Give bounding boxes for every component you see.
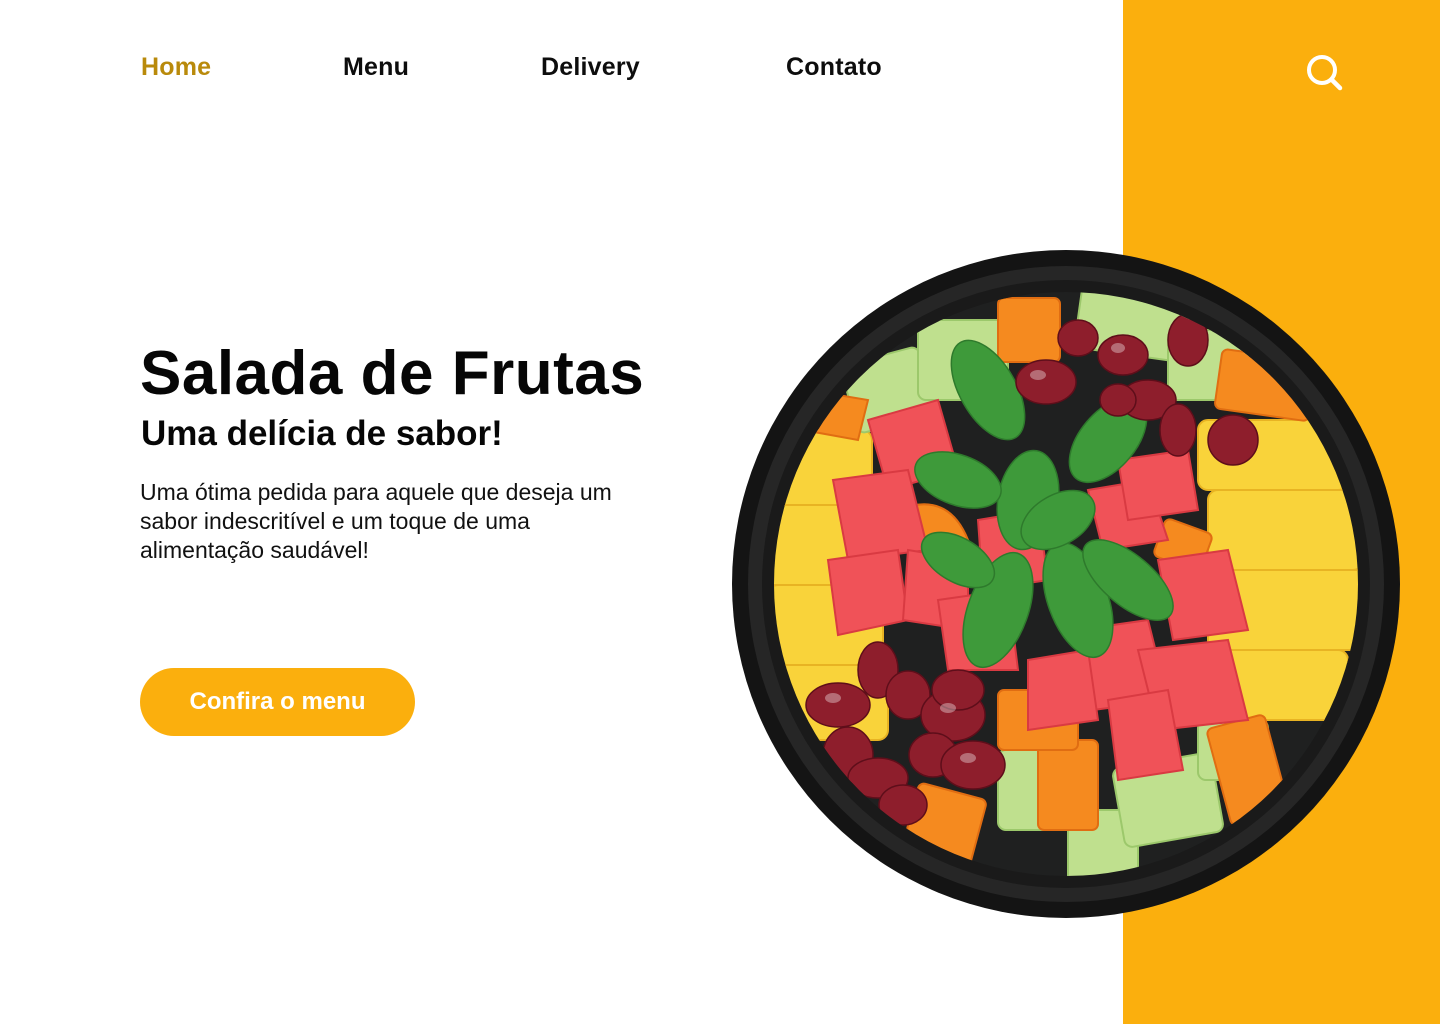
main-nav: Home Menu Delivery Contato [0,0,1123,140]
nav-item-menu[interactable]: Menu [343,53,409,82]
nav-item-delivery[interactable]: Delivery [541,53,640,82]
menu-cta-button[interactable]: Confira o menu [140,668,415,736]
search-icon [1307,55,1343,91]
landing-page: Home Menu Delivery Contato Salada de Fru… [0,0,1440,1024]
hero-subtitle: Uma delícia de sabor! [141,414,503,453]
hero-description: Uma ótima pedida para aquele que deseja … [140,479,612,563]
hero-title: Salada de Frutas [140,339,645,408]
search-button[interactable] [1300,48,1348,96]
nav-item-home[interactable]: Home [141,53,211,82]
nav-item-contato[interactable]: Contato [786,53,882,82]
fruit-salad-image [732,250,1400,918]
